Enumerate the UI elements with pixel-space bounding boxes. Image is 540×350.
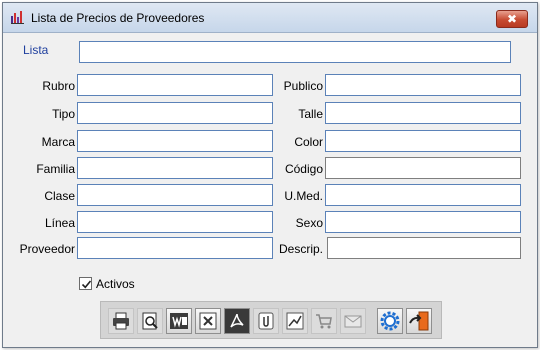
excel-export-button[interactable] bbox=[195, 308, 221, 334]
title-bar[interactable]: Lista de Precios de Proveedores ✖ bbox=[3, 3, 537, 33]
talle-input[interactable] bbox=[325, 102, 521, 124]
publico-label: Publico bbox=[283, 79, 323, 93]
close-button[interactable]: ✖ bbox=[496, 10, 528, 28]
action-toolbar bbox=[100, 301, 442, 339]
mail-button[interactable] bbox=[340, 308, 366, 334]
marca-label: Marca bbox=[41, 135, 75, 149]
pdf-icon bbox=[230, 313, 244, 328]
preview-button[interactable] bbox=[137, 308, 163, 334]
familia-label: Familia bbox=[36, 162, 75, 176]
checkmark-icon bbox=[81, 280, 92, 289]
talle-label: Talle bbox=[298, 107, 323, 121]
rubro-input[interactable] bbox=[77, 74, 273, 96]
clase-input[interactable] bbox=[77, 184, 273, 206]
umed-label: U.Med. bbox=[284, 189, 323, 203]
chart-icon bbox=[286, 312, 304, 330]
lista-input[interactable] bbox=[79, 41, 511, 63]
color-label: Color bbox=[294, 135, 323, 149]
color-input[interactable] bbox=[325, 130, 521, 152]
proveedor-input[interactable] bbox=[77, 237, 273, 259]
clip-icon bbox=[258, 312, 274, 330]
mail-icon bbox=[344, 315, 362, 328]
print-button[interactable] bbox=[108, 308, 134, 334]
lista-label: Lista bbox=[23, 43, 49, 57]
cart-icon bbox=[316, 314, 332, 329]
clase-label: Clase bbox=[44, 189, 75, 203]
codigo-label: Código bbox=[284, 162, 323, 176]
linea-label: Línea bbox=[44, 216, 75, 230]
descrip-label: Descrip. bbox=[278, 242, 323, 256]
exit-icon bbox=[409, 311, 429, 331]
word-export-button[interactable] bbox=[166, 308, 192, 334]
settings-icon bbox=[380, 311, 400, 331]
bar-chart-app-icon bbox=[11, 11, 24, 24]
chart-button[interactable] bbox=[282, 308, 308, 334]
tipo-label: Tipo bbox=[52, 107, 75, 121]
umed-input[interactable] bbox=[325, 184, 521, 206]
rubro-label: Rubro bbox=[42, 79, 75, 93]
print-icon bbox=[113, 312, 129, 330]
settings-button[interactable] bbox=[377, 308, 403, 334]
excel-icon bbox=[199, 312, 217, 330]
familia-input[interactable] bbox=[77, 157, 273, 179]
marca-input[interactable] bbox=[77, 130, 273, 152]
activos-checkbox[interactable] bbox=[79, 277, 92, 290]
proveedor-label: Proveedor bbox=[19, 242, 75, 256]
cart-button[interactable] bbox=[311, 308, 337, 334]
exit-button[interactable] bbox=[406, 308, 432, 334]
preview-icon bbox=[142, 312, 158, 330]
word-icon bbox=[170, 313, 188, 329]
sexo-input[interactable] bbox=[325, 211, 521, 233]
activos-label: Activos bbox=[96, 277, 135, 291]
window-title: Lista de Precios de Proveedores bbox=[31, 11, 205, 25]
tipo-input[interactable] bbox=[77, 102, 273, 124]
close-icon: ✖ bbox=[506, 12, 518, 26]
pdf-export-button[interactable] bbox=[224, 308, 250, 334]
sexo-label: Sexo bbox=[295, 216, 323, 230]
publico-input[interactable] bbox=[325, 74, 521, 96]
codigo-input[interactable] bbox=[325, 157, 521, 179]
price-list-window: Lista de Precios de Proveedores ✖ Lista … bbox=[2, 2, 538, 348]
descrip-input[interactable] bbox=[327, 237, 521, 259]
linea-input[interactable] bbox=[77, 211, 273, 233]
attach-button[interactable] bbox=[253, 308, 279, 334]
